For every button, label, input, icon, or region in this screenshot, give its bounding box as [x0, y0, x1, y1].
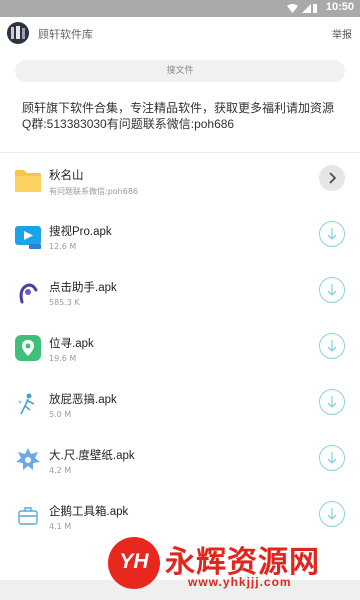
download-button[interactable] [319, 277, 345, 303]
report-button[interactable]: 举报 [332, 26, 352, 41]
signal-icon [302, 4, 311, 13]
folder-name: 秋名山 [49, 170, 84, 182]
toolbox-app-icon [18, 507, 38, 525]
file-size: 585.3 K [49, 298, 80, 307]
folder-icon [15, 170, 41, 192]
status-icons [287, 4, 317, 13]
page-title: 顾轩软件库 [38, 28, 93, 41]
status-bar: 10:50 [0, 0, 360, 17]
file-size: 5.0 M [49, 410, 72, 419]
download-icon [327, 340, 337, 352]
battery-icon [313, 4, 317, 13]
folder-row[interactable]: 秋名山 有问题联系微信:poh686 [0, 158, 360, 202]
file-row[interactable]: 大.尺.度壁纸.apk 4.2 M [0, 438, 360, 482]
file-row[interactable]: 企鹅工具箱.apk 4.1 M [0, 494, 360, 538]
file-size: 4.2 M [49, 466, 72, 475]
chevron-right-icon [329, 172, 337, 184]
download-icon [327, 228, 337, 240]
wifi-icon [287, 4, 298, 13]
watermark-url: www.yhkjjj.com [188, 575, 292, 589]
file-row[interactable]: 点击助手.apk 585.3 K [0, 270, 360, 314]
clock: 10:50 [325, 1, 354, 13]
file-name: 大.尺.度壁纸.apk [49, 450, 135, 462]
tv-app-icon [15, 226, 41, 249]
file-name: 企鹅工具箱.apk [49, 506, 129, 518]
open-folder-button[interactable] [319, 165, 345, 191]
watermark-logo-text: YH [119, 550, 149, 573]
file-size: 19.6 M [49, 354, 77, 363]
notice-text: 顾轩旗下软件合集，专注精品软件，获取更多福利请加资源 Q群:513383030有… [22, 101, 335, 131]
file-name: 放屁恶搞.apk [49, 394, 117, 406]
map-app-icon [15, 335, 41, 361]
prank-app-icon [18, 393, 35, 415]
search-input[interactable]: 搜文件 [15, 60, 345, 82]
file-name: 搜视Pro.apk [49, 226, 112, 238]
file-row[interactable]: 搜视Pro.apk 12.6 M [0, 214, 360, 258]
download-icon [327, 508, 337, 520]
download-button[interactable] [319, 221, 345, 247]
download-button[interactable] [319, 501, 345, 527]
download-button[interactable] [319, 333, 345, 359]
avatar[interactable] [7, 22, 29, 44]
file-name: 位寻.apk [49, 338, 94, 350]
download-icon [327, 396, 337, 408]
download-icon [327, 452, 337, 464]
watermark-logo: YH [108, 537, 160, 589]
file-name: 点击助手.apk [49, 282, 117, 294]
file-row[interactable]: 放屁恶搞.apk 5.0 M [0, 382, 360, 426]
file-size: 4.1 M [49, 522, 72, 531]
tap-app-icon [19, 283, 38, 304]
watermark: YH 永辉资源网 www.yhkjjj.com [108, 535, 340, 595]
download-icon [327, 284, 337, 296]
download-button[interactable] [319, 445, 345, 471]
download-button[interactable] [319, 389, 345, 415]
app-header: 顾轩软件库 举报 [0, 17, 360, 53]
file-size: 12.6 M [49, 242, 77, 251]
divider [0, 152, 360, 153]
avatar-image [7, 22, 29, 44]
folder-subtitle: 有问题联系微信:poh686 [49, 187, 139, 196]
file-row[interactable]: 位寻.apk 19.6 M [0, 326, 360, 370]
wallpaper-app-icon [16, 448, 40, 470]
